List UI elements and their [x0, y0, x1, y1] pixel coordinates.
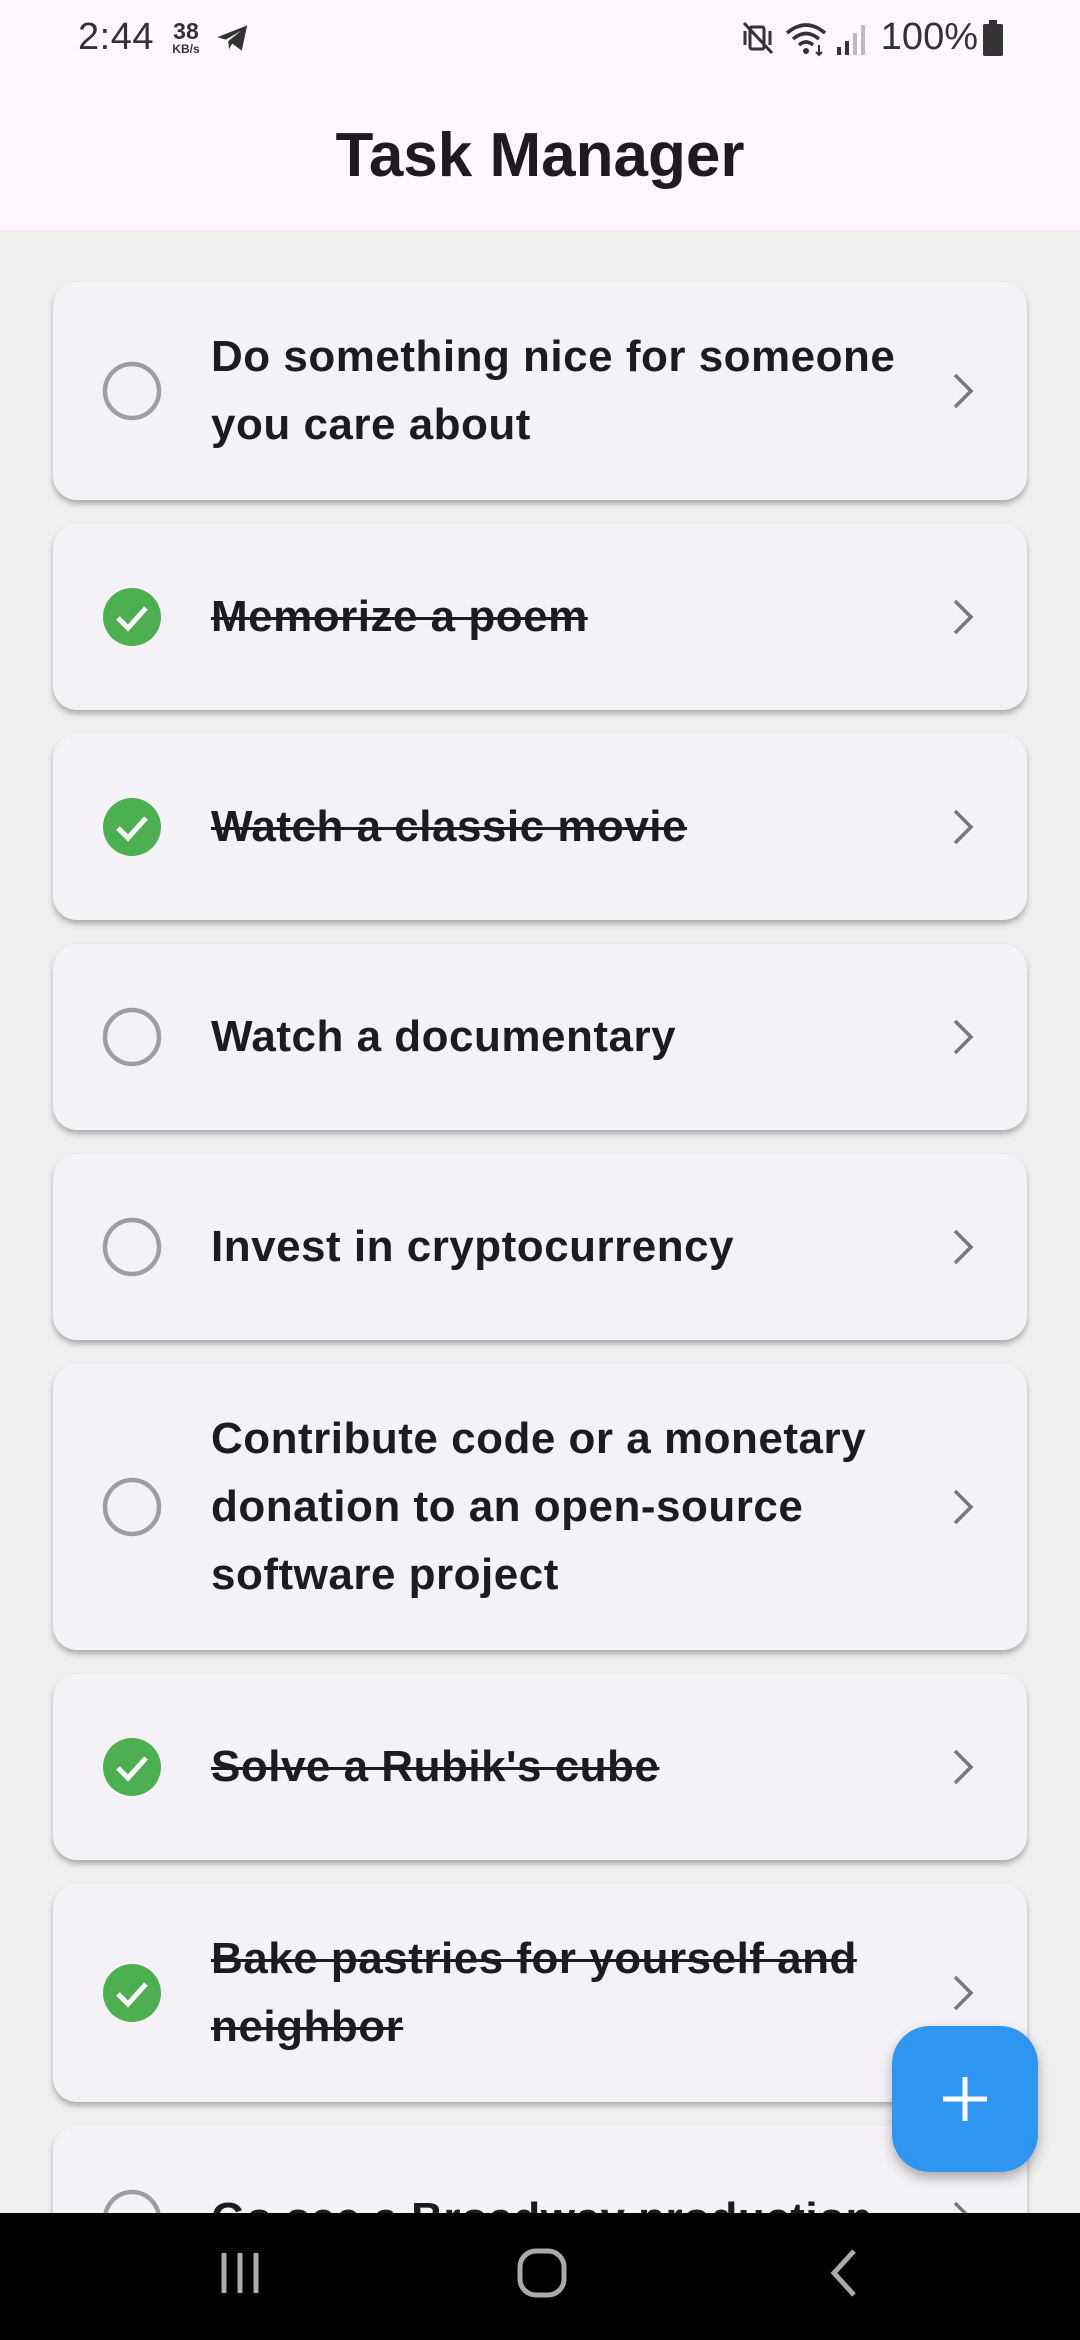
- task-item[interactable]: Watch a documentary: [53, 944, 1027, 1130]
- battery-percent: 100%: [880, 16, 978, 58]
- task-title: Go see a Broadway production: [211, 2185, 931, 2213]
- telegram-icon: [217, 24, 248, 51]
- task-item[interactable]: Watch a classic movie: [53, 734, 1027, 920]
- task-item[interactable]: Bake pastries for yourself and neighbor: [53, 1884, 1027, 2102]
- chevron-right-icon: [953, 1019, 974, 1055]
- back-icon[interactable]: [816, 2243, 876, 2303]
- status-time: 2:44: [78, 16, 154, 58]
- chevron-right-icon: [953, 1975, 974, 2011]
- check-circle-icon[interactable]: [101, 1962, 163, 2024]
- network-speed-unit: KB/s: [172, 42, 200, 56]
- task-title: Solve a Rubik's cube: [211, 1742, 660, 1791]
- empty-circle-icon[interactable]: [101, 1216, 163, 1278]
- check-circle-icon[interactable]: [101, 586, 163, 648]
- app-bar: Task Manager: [0, 82, 1080, 230]
- task-item[interactable]: Invest in cryptocurrency: [53, 1154, 1027, 1340]
- task-title: Contribute code or a monetary donation t…: [211, 1414, 867, 1599]
- chevron-right-icon: [953, 1229, 974, 1265]
- chevron-right-icon: [953, 599, 974, 635]
- task-title: Watch a documentary: [211, 1012, 677, 1061]
- battery-icon: [983, 19, 1003, 56]
- chevron-right-icon: [953, 373, 974, 409]
- recent-apps-icon[interactable]: [210, 2243, 270, 2303]
- plus-icon: [943, 2077, 987, 2121]
- task-item[interactable]: Contribute code or a monetary donation t…: [53, 1364, 1027, 1650]
- network-speed: 38 KB/s: [168, 18, 204, 56]
- check-circle-icon[interactable]: [101, 1736, 163, 1798]
- chevron-right-icon: [953, 1749, 974, 1785]
- task-item[interactable]: Do something nice for someone you care a…: [53, 282, 1027, 500]
- vibrate-mute-icon: [742, 21, 773, 54]
- empty-circle-icon[interactable]: [101, 1006, 163, 1068]
- chevron-right-icon: [953, 1489, 974, 1525]
- add-task-button[interactable]: [892, 2026, 1038, 2172]
- status-left: 2:44 38 KB/s: [78, 16, 252, 59]
- check-circle-icon[interactable]: [101, 796, 163, 858]
- status-bar: 2:44 38 KB/s 100%: [0, 0, 1080, 82]
- chevron-right-icon: [953, 2201, 968, 2213]
- empty-circle-icon[interactable]: [101, 2188, 163, 2213]
- chevron-right-icon: [953, 809, 974, 845]
- network-speed-value: 38: [173, 18, 199, 44]
- empty-circle-icon[interactable]: [101, 1476, 163, 1538]
- task-title: Memorize a poem: [211, 592, 588, 641]
- task-manager-screen: 2:44 38 KB/s 100% Task Manager Do someth…: [0, 0, 1080, 2340]
- task-item[interactable]: Solve a Rubik's cube: [53, 1674, 1027, 1860]
- task-item[interactable]: Go see a Broadway production: [53, 2126, 1027, 2213]
- task-title: Bake pastries for yourself and neighbor: [211, 1934, 857, 2051]
- system-nav-bar: [0, 2213, 1080, 2340]
- task-title: Watch a classic movie: [211, 802, 687, 851]
- status-right: 100%: [741, 16, 1004, 59]
- home-icon[interactable]: [512, 2243, 572, 2303]
- empty-circle-icon[interactable]: [101, 360, 163, 422]
- signal-icon: [836, 24, 865, 55]
- page-title: Task Manager: [335, 121, 745, 190]
- wifi-icon: [785, 22, 826, 56]
- task-item[interactable]: Memorize a poem: [53, 524, 1027, 710]
- task-title: Invest in cryptocurrency: [211, 1222, 735, 1271]
- task-title: Do something nice for someone you care a…: [211, 332, 896, 449]
- task-list[interactable]: Do something nice for someone you care a…: [0, 230, 1080, 2213]
